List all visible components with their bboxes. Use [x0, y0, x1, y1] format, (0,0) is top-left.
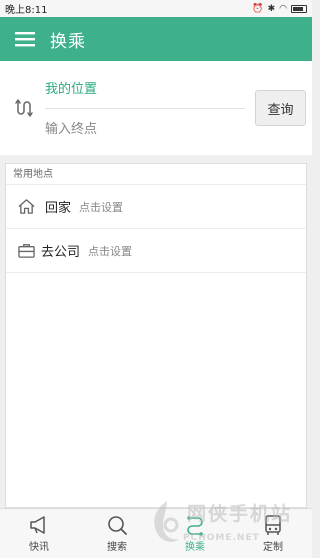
query-button[interactable]: 查询 [255, 90, 306, 126]
place-hint-home: 点击设置 [79, 200, 124, 214]
nav-item-search[interactable]: 搜索 [78, 509, 156, 558]
place-hint-company: 点击设置 [88, 244, 133, 258]
nav-label-transfer: 换乘 [185, 542, 205, 553]
status-bar: 晚上8:11 ⏰ ✱ ◠ [0, 0, 312, 17]
bus-icon [265, 515, 281, 535]
field-divider [45, 108, 245, 109]
frequent-places-card: 常用地点 回家 点击设置 去公司 点击设置 [5, 163, 307, 508]
swap-route-icon[interactable] [12, 97, 34, 119]
app-bar: 换乘 [0, 17, 312, 61]
route-card: 我的位置 输入终点 查询 [0, 61, 312, 155]
bluetooth-icon: ✱ [267, 3, 276, 14]
status-icons: ⏰ ✱ ◠ [252, 4, 307, 14]
nav-item-transfer[interactable]: 换乘 [156, 509, 234, 558]
places-header: 常用地点 [6, 164, 306, 185]
nav-item-custom[interactable]: 定制 [234, 509, 312, 558]
status-time: 晚上8:11 [5, 5, 48, 16]
briefcase-icon [15, 241, 37, 261]
transfer-icon [187, 516, 203, 536]
megaphone-icon [30, 516, 45, 534]
bottom-nav: 快讯 搜索 换乘 定制 [0, 508, 312, 558]
home-icon [15, 197, 37, 217]
hamburger-menu-icon[interactable] [0, 17, 50, 61]
nav-label-news: 快讯 [29, 542, 49, 553]
search-icon [108, 516, 127, 535]
wifi-icon: ◠ [279, 3, 287, 14]
place-row-home[interactable]: 回家 点击设置 [6, 185, 306, 229]
page-title: 换乘 [50, 31, 86, 52]
nav-label-custom: 定制 [263, 542, 283, 553]
place-row-company[interactable]: 去公司 点击设置 [6, 229, 306, 273]
nav-label-search: 搜索 [107, 542, 127, 553]
nav-item-news[interactable]: 快讯 [0, 509, 78, 558]
place-name-company: 去公司 [41, 245, 81, 260]
destination-field[interactable]: 输入终点 [45, 117, 245, 143]
origin-field[interactable]: 我的位置 [45, 77, 245, 103]
battery-icon [291, 4, 307, 13]
alarm-icon: ⏰ [252, 3, 264, 14]
place-name-home: 回家 [45, 201, 72, 216]
